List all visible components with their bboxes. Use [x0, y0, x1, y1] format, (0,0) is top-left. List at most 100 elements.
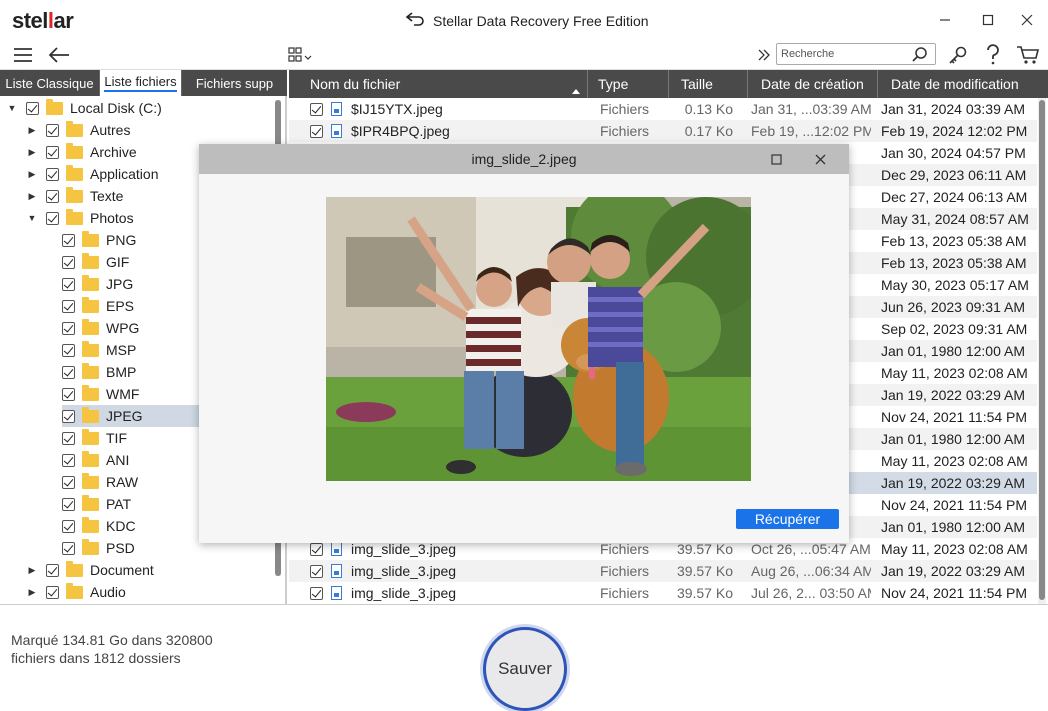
maximize-icon[interactable] [977, 10, 999, 30]
folder-icon [82, 428, 99, 445]
minimize-icon[interactable] [934, 10, 956, 30]
checkbox[interactable] [62, 365, 75, 379]
checkbox[interactable] [62, 277, 75, 291]
checkbox[interactable] [62, 343, 75, 357]
checkbox[interactable] [62, 519, 75, 533]
checkbox[interactable] [46, 563, 59, 577]
tree-item[interactable]: ANI [62, 449, 199, 471]
help-icon[interactable] [982, 43, 1004, 67]
checkbox[interactable] [310, 102, 323, 116]
checkbox[interactable] [62, 299, 75, 313]
cell-modified: Dec 27, 2024 06:13 AM [881, 189, 1028, 205]
table-row[interactable]: $IPR4BPQ.jpeg Fichiers 0.17 Ko Feb 19, ...1… [289, 120, 1037, 142]
close-icon[interactable] [1016, 10, 1038, 30]
tree-item[interactable]: WPG [62, 317, 199, 339]
tree-item[interactable]: WMF [62, 383, 199, 405]
tree-item[interactable]: ▶ Audio [27, 581, 199, 603]
checkbox[interactable] [62, 387, 75, 401]
dialog-close-icon[interactable] [810, 149, 830, 169]
checkbox[interactable] [62, 497, 75, 511]
column-header-size[interactable]: Taille [669, 70, 748, 98]
tree-item[interactable]: ▶ Autres [27, 119, 199, 141]
search-input[interactable] [781, 46, 906, 62]
checkbox[interactable] [46, 167, 59, 181]
dialog-maximize-icon[interactable] [766, 149, 786, 169]
tab-file-list[interactable]: Liste fichiers [100, 70, 182, 96]
caret-right-icon[interactable]: ▶ [27, 191, 37, 201]
tree-item[interactable]: ▶ Texte [27, 185, 199, 207]
tree-item[interactable]: ▶ Application [27, 163, 199, 185]
search-icon[interactable] [912, 47, 928, 66]
checkbox[interactable] [46, 585, 59, 599]
tree-item[interactable]: KDC [62, 515, 199, 537]
tree-item[interactable]: EPS [62, 295, 199, 317]
table-scrollbar-thumb[interactable] [1039, 100, 1045, 600]
tree-item-label: GIF [106, 254, 130, 270]
tree-item[interactable]: JPG [62, 273, 199, 295]
save-button[interactable]: Sauver [483, 627, 567, 711]
back-icon[interactable] [47, 43, 71, 67]
tree-item-label: Texte [90, 188, 124, 204]
tree-item[interactable]: ▶ Document [27, 559, 199, 581]
tree-item[interactable]: GIF [62, 251, 199, 273]
tree-item[interactable]: MSP [62, 339, 199, 361]
caret-right-icon[interactable]: ▶ [27, 125, 37, 135]
caret-right-icon[interactable]: ▶ [27, 169, 37, 179]
table-scrollbar[interactable] [1038, 98, 1046, 604]
column-header-name[interactable]: Nom du fichier [289, 70, 588, 98]
table-row[interactable]: $IJ15YTX.jpeg Fichiers 0.13 Ko Jan 31, ...0… [289, 98, 1037, 120]
checkbox[interactable] [310, 586, 323, 600]
tab-classic-list[interactable]: Liste Classique [0, 70, 100, 96]
tree-item[interactable]: PNG [62, 229, 199, 251]
checkbox[interactable] [46, 123, 59, 137]
column-header-created[interactable]: Date de création [748, 70, 878, 98]
table-row[interactable]: img_slide_3.jpeg Fichiers 39.57 Ko Jul 26, … [289, 582, 1037, 604]
tree-item[interactable]: ▼ Local Disk (C:) [7, 97, 199, 119]
preview-dialog: img_slide_2.jpeg Récupérer [199, 144, 849, 543]
checkbox[interactable] [46, 189, 59, 203]
checkbox[interactable] [62, 431, 75, 445]
caret-down-icon[interactable]: ▼ [7, 103, 17, 113]
key-icon[interactable] [947, 43, 969, 67]
tree-item[interactable]: RAW [62, 471, 199, 493]
column-header-type[interactable]: Type [588, 70, 669, 98]
tab-deleted-files[interactable]: Fichiers supp [182, 70, 287, 96]
tree-item[interactable]: PAT [62, 493, 199, 515]
checkbox[interactable] [310, 564, 323, 578]
tree-item[interactable]: ▶ Archive [27, 141, 199, 163]
recover-button[interactable]: Récupérer [736, 509, 839, 529]
double-chevron-icon[interactable] [756, 43, 772, 67]
cell-modified: Jan 01, 1980 12:00 AM [881, 431, 1025, 447]
caret-right-icon[interactable]: ▶ [27, 587, 37, 597]
tree-item[interactable]: ▼ Photos [27, 207, 199, 229]
hamburger-menu-icon[interactable] [12, 43, 34, 67]
search-box[interactable] [776, 43, 936, 65]
checkbox[interactable] [62, 409, 75, 423]
checkbox[interactable] [62, 475, 75, 489]
caret-right-icon[interactable]: ▶ [27, 147, 37, 157]
table-row[interactable]: img_slide_3.jpeg Fichiers 39.57 Ko Aug 26, … [289, 560, 1037, 582]
checkbox[interactable] [46, 211, 59, 225]
column-header-modified[interactable]: Date de modification [878, 70, 1038, 98]
tree-item[interactable]: BMP [62, 361, 199, 383]
checkbox[interactable] [26, 101, 39, 115]
tree-item[interactable]: JPEG [62, 405, 199, 427]
checkbox[interactable] [310, 542, 323, 556]
file-name: $IPR4BPQ.jpeg [351, 123, 450, 139]
caret-right-icon[interactable]: ▶ [27, 565, 37, 575]
checkbox[interactable] [62, 233, 75, 247]
folder-icon [82, 362, 99, 379]
checkbox[interactable] [46, 145, 59, 159]
folder-icon [82, 538, 99, 555]
checkbox[interactable] [62, 321, 75, 335]
checkbox[interactable] [62, 541, 75, 555]
caret-down-icon[interactable]: ▼ [27, 213, 37, 223]
checkbox[interactable] [62, 453, 75, 467]
tree-item[interactable]: PSD [62, 537, 199, 559]
tree-item[interactable]: TIF [62, 427, 199, 449]
cart-icon[interactable] [1015, 43, 1041, 67]
checkbox[interactable] [62, 255, 75, 269]
checkbox[interactable] [310, 124, 323, 138]
cell-name: $IPR4BPQ.jpeg [310, 120, 580, 142]
view-grid-icon[interactable] [287, 43, 315, 67]
